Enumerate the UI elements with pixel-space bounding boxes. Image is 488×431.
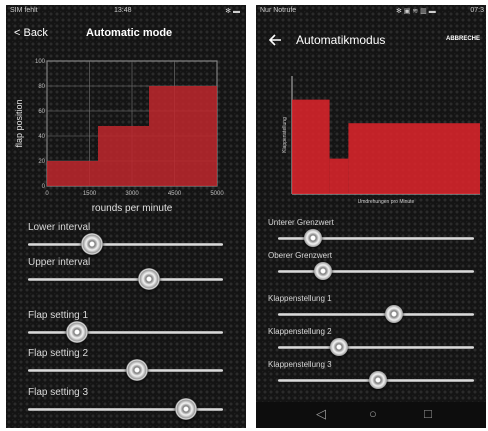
y-axis-label: flap position: [14, 99, 24, 147]
histogram-bar: [292, 99, 330, 194]
slider-track[interactable]: [278, 270, 474, 273]
slider-thumb[interactable]: [329, 338, 348, 356]
slider[interactable]: [28, 398, 223, 420]
y-tick-label: 100: [35, 59, 46, 65]
x-tick-label: 4500: [168, 191, 182, 197]
chart-svg: 0 20 40 60 80 100 0 1500 3000 4500 5000 flap positi…: [14, 59, 224, 214]
flap-position-chart: 0 20 40 60 80 100 0 1500 3000 4500 5000 flap positi…: [10, 53, 240, 218]
slider[interactable]: [28, 233, 223, 255]
slider-thumb[interactable]: [65, 321, 88, 343]
slider[interactable]: [28, 268, 223, 290]
app-bar: < Back Automatic mode: [6, 25, 246, 47]
slider-label: Klappenstellung 2: [268, 327, 332, 336]
arrow-left-icon[interactable]: [268, 33, 282, 47]
y-tick-label: 60: [38, 109, 45, 115]
histogram-bar: [47, 161, 98, 186]
slider-track[interactable]: [278, 346, 474, 349]
x-tick-label: 3000: [125, 191, 139, 197]
screen-automatic-mode: SIM fehlt 13:48 ✻ ▬ < Back Automatic mod…: [6, 5, 246, 428]
slider-label: Klappenstellung 1: [268, 294, 332, 303]
slider-thumb[interactable]: [368, 371, 387, 389]
x-tick-label: 5000: [210, 191, 224, 197]
nav-home-icon[interactable]: ○: [369, 406, 377, 421]
status-icons: ✻ ▣ ≋ ▥ ▬: [396, 8, 436, 15]
slider-label: Unterer Grenzwert: [268, 218, 334, 227]
x-tick-label: 1500: [83, 191, 97, 197]
x-axis-label: Umdrehungen pro Minute: [358, 199, 415, 205]
slider[interactable]: [278, 338, 474, 356]
page-title: Automatic mode: [86, 27, 173, 39]
slider-label: Lower interval: [28, 222, 91, 233]
app-bar: Automatikmodus ABBRECHE: [256, 29, 486, 55]
slider-thumb[interactable]: [126, 359, 149, 381]
x-axis-label: rounds per minute: [92, 203, 173, 214]
y-tick-label: 40: [38, 134, 45, 140]
slider-thumb[interactable]: [81, 233, 104, 255]
histogram-bar: [98, 126, 149, 186]
slider[interactable]: [278, 371, 474, 389]
page-title: Automatikmodus: [296, 33, 386, 47]
slider-label: Klappenstellung 3: [268, 360, 332, 369]
slider-track[interactable]: [28, 243, 223, 246]
slider-track[interactable]: [28, 331, 223, 334]
x-tick-label: 0: [45, 191, 49, 197]
slider-thumb[interactable]: [174, 398, 197, 420]
slider[interactable]: [28, 321, 223, 343]
slider[interactable]: [278, 262, 474, 280]
nav-recents-icon[interactable]: □: [424, 406, 432, 421]
y-tick-label: 80: [38, 84, 45, 90]
back-button[interactable]: < Back: [14, 27, 48, 39]
navigation-bar: ◁ ○ □: [256, 402, 486, 428]
slider-label: Flap setting 2: [28, 348, 89, 359]
slider-thumb[interactable]: [314, 262, 333, 280]
y-tick-label: 0: [42, 184, 46, 190]
nav-back-icon[interactable]: ◁: [316, 406, 326, 422]
slider-thumb[interactable]: [137, 268, 160, 290]
slider[interactable]: [28, 359, 223, 381]
slider[interactable]: [278, 305, 474, 323]
klappenstellung-chart: Klappenstellung Umdrehungen pro Minute: [278, 71, 483, 211]
y-axis-label: Klappenstellung: [282, 117, 288, 153]
cancel-button[interactable]: ABBRECHE: [446, 36, 480, 42]
carrier-label: Nur Notrufe: [260, 7, 297, 14]
status-bar: SIM fehlt 13:48 ✻ ▬: [6, 5, 246, 19]
slider-thumb[interactable]: [384, 305, 403, 323]
histogram-bar: [348, 123, 480, 194]
carrier-label: SIM fehlt: [10, 7, 38, 14]
slider-label: Upper interval: [28, 257, 91, 268]
status-time: 13:48: [114, 7, 132, 14]
slider-label: Flap setting 1: [28, 310, 89, 321]
status-bar: Nur Notrufe ✻ ▣ ≋ ▥ ▬ 07:3: [256, 5, 486, 19]
slider-label: Flap setting 3: [28, 387, 89, 398]
histogram-bar: [329, 158, 349, 194]
screen-automatikmodus: Nur Notrufe ✻ ▣ ≋ ▥ ▬ 07:3 Automatikmodu…: [256, 5, 486, 428]
slider-track[interactable]: [278, 313, 474, 316]
slider-track[interactable]: [28, 278, 223, 281]
slider[interactable]: [278, 229, 474, 247]
status-time: 07:3: [470, 7, 484, 14]
slider-label: Oberer Grenzwert: [268, 251, 333, 260]
slider-thumb[interactable]: [304, 229, 323, 247]
histogram-bar: [149, 86, 217, 186]
chart-svg: Klappenstellung Umdrehungen pro Minute: [282, 76, 480, 205]
status-icons: ✻ ▬: [225, 8, 240, 15]
y-tick-label: 20: [38, 159, 45, 165]
